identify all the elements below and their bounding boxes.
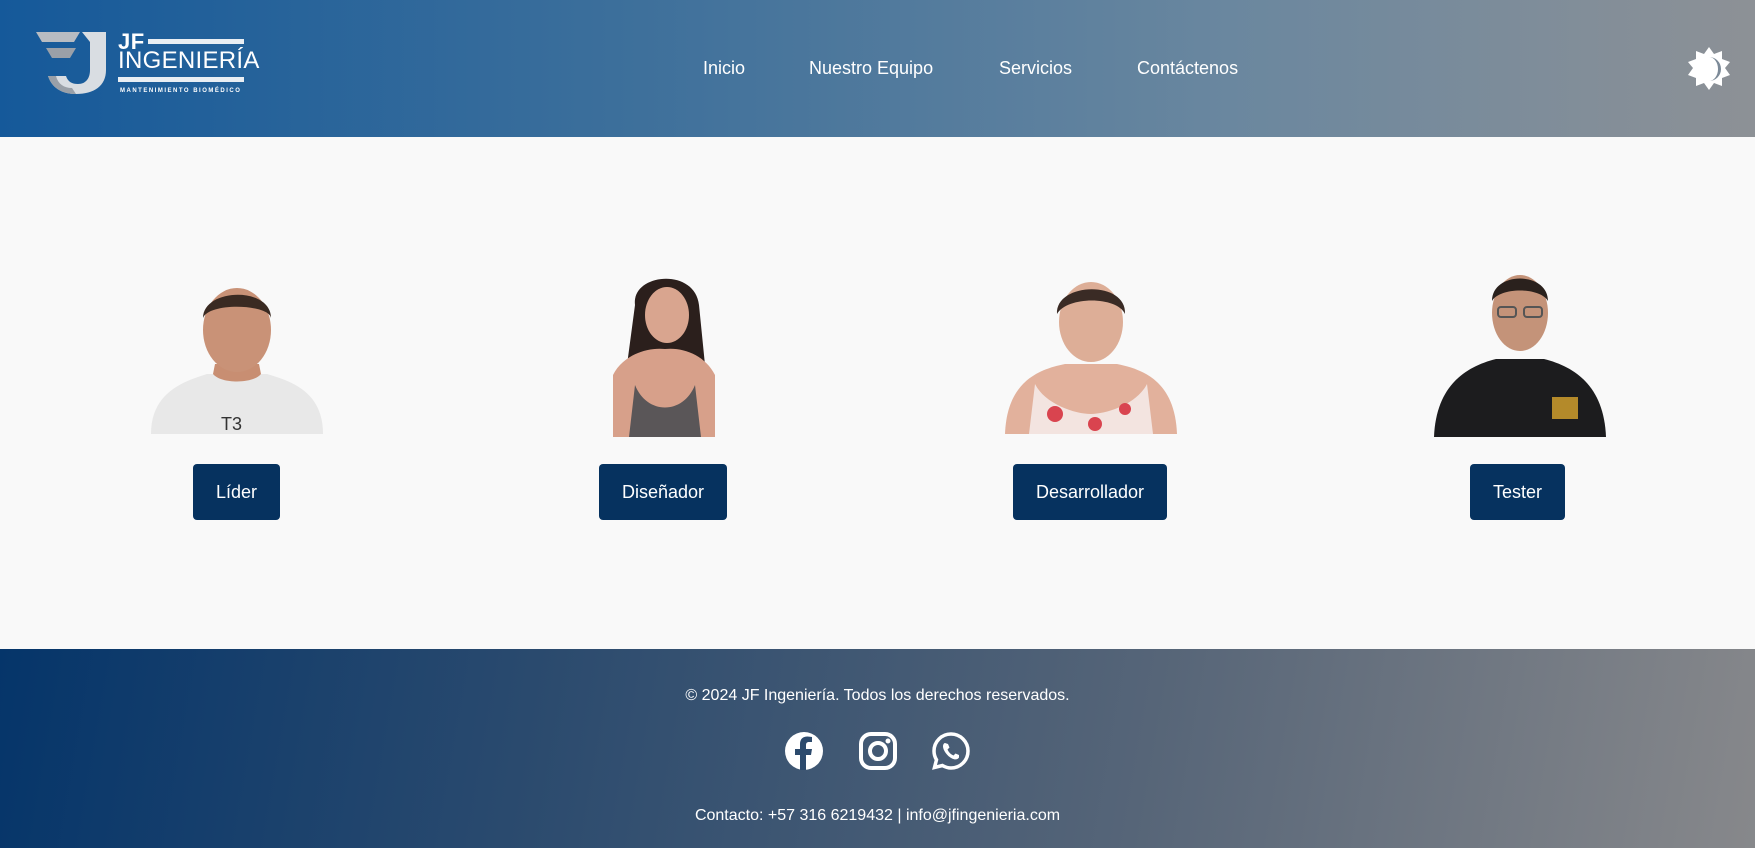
person-photo-disenador bbox=[613, 265, 715, 437]
role-button-lider[interactable]: Líder bbox=[193, 464, 281, 520]
role-button-disenador[interactable]: Diseñador bbox=[599, 464, 728, 520]
team-member-tester: Tester bbox=[1369, 137, 1669, 537]
team-member-desarrollador: Desarrollador bbox=[941, 137, 1241, 537]
person-photo-desarrollador bbox=[1005, 274, 1177, 434]
nav-nuestro-equipo[interactable]: Nuestro Equipo bbox=[809, 57, 933, 79]
site-header: JF INGENIERÍA MANTENIMIENTO BIOMÉDICO In… bbox=[0, 0, 1755, 137]
team-member-lider: T3 Líder bbox=[86, 137, 386, 537]
svg-text:T3: T3 bbox=[221, 414, 242, 434]
team-section: T3 Líder Diseñador Desarrollador Tester bbox=[0, 137, 1755, 649]
team-member-disenador: Diseñador bbox=[514, 137, 814, 537]
role-button-tester[interactable]: Tester bbox=[1470, 464, 1566, 520]
copyright-text: © 2024 JF Ingeniería. Todos los derechos… bbox=[685, 687, 1070, 704]
main-nav: Inicio Nuestro Equipo Servicios Contácte… bbox=[0, 0, 1755, 137]
role-button-desarrollador[interactable]: Desarrollador bbox=[1013, 464, 1168, 520]
instagram-icon bbox=[859, 732, 897, 770]
sun-moon-icon bbox=[1688, 47, 1730, 90]
nav-servicios[interactable]: Servicios bbox=[999, 57, 1072, 79]
instagram-link[interactable] bbox=[858, 731, 898, 771]
facebook-icon bbox=[785, 732, 823, 770]
theme-toggle-button[interactable] bbox=[1685, 46, 1733, 94]
whatsapp-link[interactable] bbox=[931, 731, 971, 771]
facebook-link[interactable] bbox=[784, 731, 824, 771]
nav-inicio[interactable]: Inicio bbox=[703, 57, 745, 79]
contact-info: Contacto: +57 316 6219432 | info@jfingen… bbox=[694, 807, 1061, 824]
person-photo-tester bbox=[1434, 267, 1606, 437]
whatsapp-icon bbox=[932, 732, 970, 770]
nav-contactenos[interactable]: Contáctenos bbox=[1137, 57, 1238, 79]
site-footer: © 2024 JF Ingeniería. Todos los derechos… bbox=[0, 649, 1755, 848]
person-photo-lider: T3 bbox=[151, 274, 323, 434]
